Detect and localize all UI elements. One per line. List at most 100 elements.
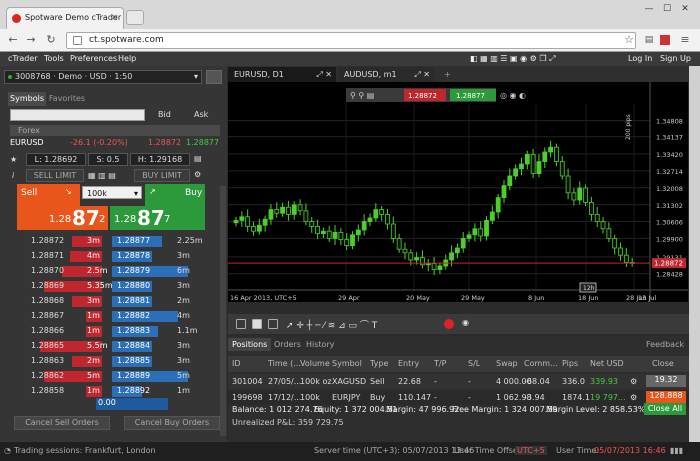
extension-color-icon[interactable] — [660, 35, 670, 45]
cancel-buy-orders-button[interactable]: Cancel Buy Orders — [124, 416, 220, 430]
dom-row[interactable]: 1.28871 4m 1.28878 3m — [17, 249, 205, 264]
url-input[interactable]: ct.spotware.com — [66, 32, 636, 49]
user-icon[interactable] — [206, 70, 222, 84]
column-header[interactable]: S/L — [468, 359, 480, 368]
extension-icon[interactable]: ▤ — [642, 33, 656, 47]
position-row[interactable]: 301004 27/05/... 100k oz XAGUSD Sell 22.68- -4… — [228, 374, 700, 389]
new-tab-button[interactable] — [126, 10, 144, 25]
dom-row[interactable]: 1.28862 5m 1.28889 5m — [17, 369, 205, 384]
menu-icon[interactable]: ≡ — [678, 33, 692, 47]
info-icon[interactable]: i — [12, 171, 14, 180]
tab-symbols[interactable]: Symbols — [8, 92, 46, 106]
column-header[interactable]: T/P — [434, 359, 446, 368]
column-header[interactable]: Pips — [562, 359, 578, 368]
tab-chart-audusd[interactable]: AUDUSD, m1 ⤢ ✕ — [338, 67, 434, 82]
close-all-button[interactable]: Close All — [644, 403, 686, 415]
column-header[interactable]: Volume — [300, 359, 330, 368]
price-chart[interactable]: 1.34808 1.34137 1.33420 1.32714 1.32008 1.313… — [228, 82, 688, 302]
left-scrollbar[interactable] — [220, 186, 226, 436]
layout-3-icon[interactable] — [268, 319, 278, 329]
column-header[interactable]: Entry — [398, 359, 419, 368]
forex-group-header[interactable]: Forex — [10, 125, 220, 136]
dom-row[interactable]: 1.28872 3m 1.28877 2.25m — [17, 234, 205, 249]
dom-row[interactable]: 1.28866 1m 1.28883 1.1m — [17, 324, 205, 339]
dom-bid-volume: 1m — [87, 311, 100, 320]
close-position-button[interactable]: 19.32 — [646, 375, 686, 387]
sessions-text: Trading sessions: Frankfurt, London — [14, 446, 156, 455]
offset-value[interactable]: UTC+5 — [515, 446, 547, 455]
add-chart-button[interactable]: + — [438, 67, 454, 82]
tab-orders[interactable]: Orders — [270, 338, 305, 351]
zoom-icon[interactable]: ⚲ ⚲ ▤ — [350, 91, 374, 100]
account-selector[interactable]: 3008768 · Demo · USD · 1:50 ▾ — [4, 70, 202, 84]
dom-row[interactable]: 1.28865 5.5m 1.28884 3m — [17, 339, 205, 354]
close-position-button[interactable]: 128.888 — [646, 391, 686, 403]
camera-icon[interactable]: ◉ — [462, 318, 469, 327]
toolbar-icons[interactable]: ◧ ▦ ▥ ☰ ▣ ◉ ⚙ ❐ ⤢ — [470, 54, 555, 64]
tab-history[interactable]: History — [302, 338, 338, 351]
layout-1-icon[interactable] — [236, 319, 246, 329]
cancel-sell-orders-button[interactable]: Cancel Sell Orders — [14, 416, 110, 430]
chart-icon[interactable]: ▤ — [194, 154, 202, 163]
menu-tools[interactable]: Tools — [44, 54, 64, 63]
menu-help[interactable]: Help — [118, 54, 136, 63]
y-tick-label: 1.34808 — [656, 118, 683, 126]
back-icon[interactable]: ← — [6, 33, 20, 47]
column-header[interactable]: Swap — [496, 359, 518, 368]
current-price-text: 1.28872 — [654, 260, 683, 268]
buy-limit-button[interactable]: BUY LIMIT — [134, 169, 190, 182]
close-icon[interactable]: ⤢ ✕ — [316, 67, 332, 82]
quantity-select[interactable]: 100k ▾ — [82, 186, 142, 199]
dom-bid-price: 1.28866 — [31, 326, 65, 335]
dom-row[interactable]: 1.28869 5.35m 1.28880 3m — [17, 279, 205, 294]
dom-row[interactable]: 1.28867 1m 1.28882 4m — [17, 309, 205, 324]
tab-chart-eurusd[interactable]: EURUSD, D1 ⤢ ✕ — [228, 67, 336, 82]
star-icon[interactable]: ★ — [10, 155, 17, 164]
menu-ctrader[interactable]: cTrader — [8, 54, 38, 63]
reload-icon[interactable]: ↻ — [44, 33, 58, 47]
close-tab-icon[interactable]: ✕ — [111, 8, 118, 28]
column-header[interactable]: Time (... — [268, 359, 301, 368]
menu-preferences[interactable]: Preferences — [70, 54, 117, 63]
margin-level-value: Margin Level: 2 858.53% — [546, 405, 646, 414]
symbol-search-input[interactable] — [10, 109, 145, 121]
tab-positions[interactable]: Positions — [228, 338, 272, 351]
maximize-icon[interactable]: ☐ — [658, 4, 676, 16]
minimize-icon[interactable]: — — [640, 4, 658, 16]
cursor-icon[interactable]: ➚ ✛ ┼ ─ ⁄ ≋ ⊿ ▭ ⌒ T — [286, 318, 377, 331]
sell-limit-button[interactable]: SELL LIMIT — [26, 169, 84, 182]
signup-link[interactable]: Sign Up — [660, 54, 691, 63]
star-icon[interactable]: ☆ — [622, 33, 636, 47]
column-header[interactable]: Symbol — [332, 359, 362, 368]
layout-icon[interactable]: ▦ ▥ ▤ — [88, 171, 116, 180]
chart-tool-icons[interactable]: ◎ ◉ ◐ — [500, 91, 526, 100]
column-header[interactable]: Comm... — [524, 359, 558, 368]
close-window-icon[interactable]: ✕ — [676, 4, 694, 16]
login-link[interactable]: Log In — [628, 54, 652, 63]
column-header[interactable]: Net USD — [590, 359, 624, 368]
column-header[interactable]: Close — [652, 359, 674, 368]
position-settings-icon[interactable]: ⚙ — [630, 393, 637, 402]
record-icon[interactable] — [444, 319, 454, 329]
tab-favorites[interactable]: Favorites — [48, 92, 86, 106]
position-settings-icon[interactable]: ⚙ — [630, 377, 637, 386]
forward-icon[interactable]: → — [24, 33, 38, 47]
browser-tab[interactable]: Spotware Demo cTrader ✕ — [6, 7, 124, 29]
buy-price-a: 1.28 — [114, 214, 137, 225]
right-scrollbar[interactable] — [689, 66, 700, 442]
layout-2-icon[interactable] — [252, 319, 262, 329]
dom-row[interactable]: 1.28868 3m 1.28881 2m — [17, 294, 205, 309]
column-header[interactable]: Type — [370, 359, 388, 368]
dom-row[interactable]: 1.28858 1m 1.28892 1m — [17, 384, 205, 399]
feedback-button[interactable]: Feedback — [642, 338, 688, 351]
dom-row[interactable]: 1.28863 2m 1.28885 3m — [17, 354, 205, 369]
column-header[interactable]: ID — [232, 359, 241, 368]
sell-price[interactable]: 1.28 87 2 — [17, 206, 108, 230]
settings-icon[interactable]: ⚙ — [194, 170, 201, 179]
dom-row[interactable]: 1.28870 2.5m 1.28879 6m — [17, 264, 205, 279]
candle — [612, 237, 618, 249]
buy-price[interactable]: 1.28 87 7 — [110, 206, 205, 230]
symbol-row-eurusd[interactable]: EURUSD -26.1 (-0.20%) 1.28872 1.28877 — [10, 138, 220, 150]
position-row[interactable]: 199698 17/12/... 100k EURJPY Buy 110.147- -1 0… — [228, 390, 700, 405]
close-icon[interactable]: ⤢ ✕ — [414, 67, 430, 82]
